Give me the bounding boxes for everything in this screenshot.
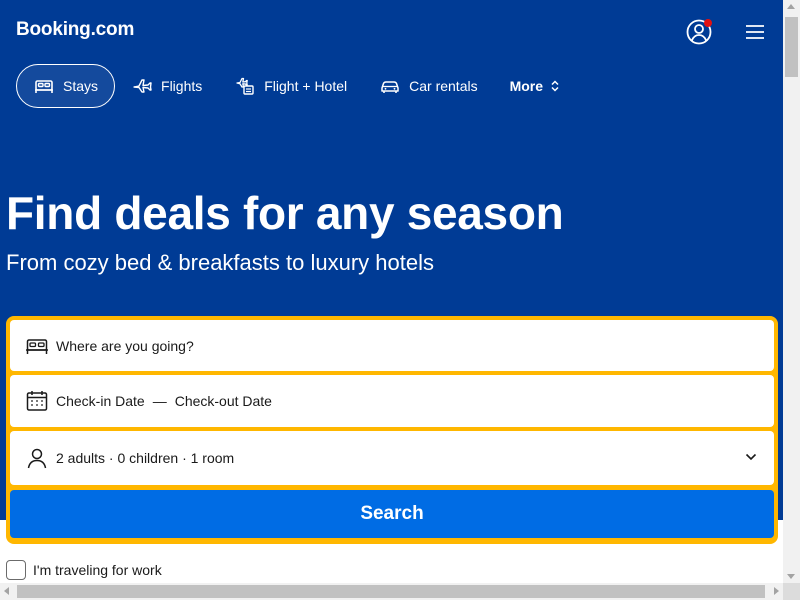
hero-title: Find deals for any season bbox=[6, 187, 564, 239]
search-form: Where are you going? Check-in Date — Che… bbox=[6, 316, 778, 544]
car-icon bbox=[379, 75, 401, 97]
chevron-updown-icon bbox=[549, 79, 561, 93]
date-separator: — bbox=[152, 393, 167, 409]
hero-subtitle: From cozy bed & breakfasts to luxury hot… bbox=[6, 250, 434, 275]
nav-label: Flight + Hotel bbox=[264, 78, 348, 94]
work-travel-label: I'm traveling for work bbox=[33, 562, 162, 578]
scroll-down-arrow-icon[interactable] bbox=[787, 574, 795, 579]
occupancy-selector[interactable]: 2 adults · 0 children · 1 room bbox=[10, 431, 774, 485]
horizontal-scroll-thumb[interactable] bbox=[17, 585, 765, 598]
nav-tab-car-rentals[interactable]: Car rentals bbox=[363, 64, 493, 108]
occupancy-summary: 2 adults · 0 children · 1 room bbox=[56, 450, 235, 466]
calendar-icon bbox=[24, 388, 50, 414]
chevron-down-icon bbox=[745, 453, 757, 461]
page: Booking.com Stays Flights Flight + Hotel… bbox=[0, 0, 783, 583]
checkout-label: Check-out Date bbox=[174, 393, 272, 409]
nav-label: Stays bbox=[63, 78, 99, 94]
destination-input[interactable]: Where are you going? bbox=[10, 320, 774, 371]
notification-dot bbox=[704, 19, 712, 27]
scroll-right-arrow-icon[interactable] bbox=[774, 587, 779, 595]
person-icon bbox=[24, 445, 50, 471]
nav-tab-flight-hotel[interactable]: Flight + Hotel bbox=[218, 64, 363, 108]
nav-label: Car rentals bbox=[409, 78, 478, 94]
nav-tab-flights[interactable]: Flights bbox=[115, 64, 218, 108]
booking-logo[interactable]: Booking.com bbox=[16, 19, 134, 41]
search-button[interactable]: Search bbox=[10, 490, 774, 538]
flight-hotel-icon bbox=[234, 75, 256, 97]
scrollbar-corner bbox=[783, 583, 800, 600]
vertical-scrollbar[interactable] bbox=[783, 0, 800, 583]
airplane-icon bbox=[131, 75, 153, 97]
nav-more-button[interactable]: More bbox=[494, 64, 577, 108]
bed-icon bbox=[33, 75, 55, 97]
product-nav: Stays Flights Flight + Hotel Car rentals bbox=[16, 64, 577, 108]
nav-tab-stays[interactable]: Stays bbox=[16, 64, 116, 108]
date-picker-field[interactable]: Check-in Date — Check-out Date bbox=[10, 375, 774, 427]
destination-placeholder: Where are you going? bbox=[56, 337, 194, 354]
scroll-up-arrow-icon[interactable] bbox=[787, 4, 795, 9]
bed-icon bbox=[24, 333, 50, 359]
work-travel-option[interactable]: I'm traveling for work bbox=[6, 560, 162, 580]
account-button[interactable] bbox=[684, 17, 714, 47]
nav-label: Flights bbox=[161, 78, 203, 94]
work-travel-checkbox[interactable] bbox=[6, 560, 26, 580]
checkin-label: Check-in Date bbox=[56, 393, 145, 409]
menu-button[interactable] bbox=[740, 20, 770, 44]
vertical-scroll-thumb[interactable] bbox=[785, 17, 798, 77]
nav-label: More bbox=[509, 78, 544, 94]
scroll-left-arrow-icon[interactable] bbox=[4, 587, 9, 595]
horizontal-scrollbar[interactable] bbox=[0, 583, 783, 600]
hamburger-menu-icon bbox=[746, 25, 764, 39]
